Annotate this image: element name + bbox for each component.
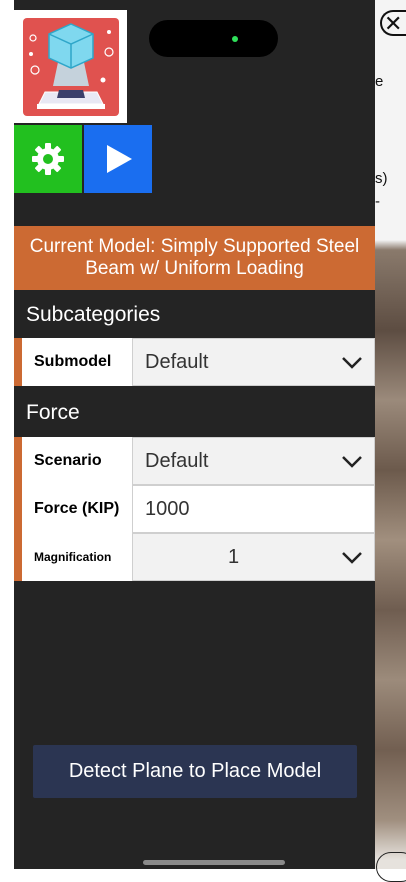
camera-view: e s) - [375, 0, 406, 869]
row-accent [14, 485, 22, 533]
row-accent [14, 533, 22, 581]
scenario-value: Default [145, 449, 209, 472]
left-edge [0, 0, 14, 869]
current-model-banner: Current Model: Simply Supported Steel Be… [14, 226, 375, 290]
force-label: Force (KIP) [22, 485, 132, 533]
current-model-label: Current Model: Simply Supported Steel Be… [29, 236, 360, 279]
camera-close-button[interactable]: ✕ [380, 10, 406, 36]
scenario-row: Scenario Default [14, 437, 375, 485]
logo-badge [23, 18, 119, 116]
magnification-label: Magnification [22, 533, 132, 581]
camera-text-dot: - [375, 193, 380, 210]
detect-plane-button[interactable]: Detect Plane to Place Model [33, 745, 357, 798]
force-row: Force (KIP) 1000 [14, 485, 375, 533]
camera-text-s: s) [375, 170, 388, 187]
camera-text-e: e [375, 73, 384, 90]
row-accent [14, 437, 22, 485]
subcategories-title: Subcategories [26, 303, 161, 326]
submodel-dropdown[interactable]: Default [132, 338, 375, 386]
force-title: Force [26, 401, 80, 424]
submodel-row: Submodel Default [14, 338, 375, 386]
magnification-dropdown[interactable]: 1 [132, 533, 375, 581]
force-value: 1000 [145, 497, 190, 520]
magnification-value: 1 [227, 545, 240, 568]
home-indicator[interactable] [143, 860, 285, 865]
close-icon: ✕ [384, 11, 403, 36]
submodel-value: Default [145, 350, 209, 373]
settings-button[interactable] [14, 125, 82, 193]
submodel-label: Submodel [22, 338, 132, 386]
app-logo [14, 10, 127, 123]
cube-projection-icon [29, 23, 114, 109]
camera-bottom-control [376, 852, 406, 882]
magnification-row: Magnification 1 [14, 533, 375, 581]
scenario-label: Scenario [22, 437, 132, 485]
camera-indicator-icon [232, 36, 238, 42]
force-input[interactable]: 1000 [132, 485, 375, 533]
gear-icon [32, 143, 64, 175]
chevron-down-icon [342, 357, 362, 369]
play-icon [107, 145, 132, 173]
chevron-down-icon [342, 552, 362, 564]
play-button[interactable] [84, 125, 152, 193]
detect-plane-label: Detect Plane to Place Model [68, 760, 322, 782]
dynamic-island [149, 20, 278, 57]
scenario-dropdown[interactable]: Default [132, 437, 375, 485]
chevron-down-icon [342, 456, 362, 468]
row-accent [14, 338, 22, 386]
